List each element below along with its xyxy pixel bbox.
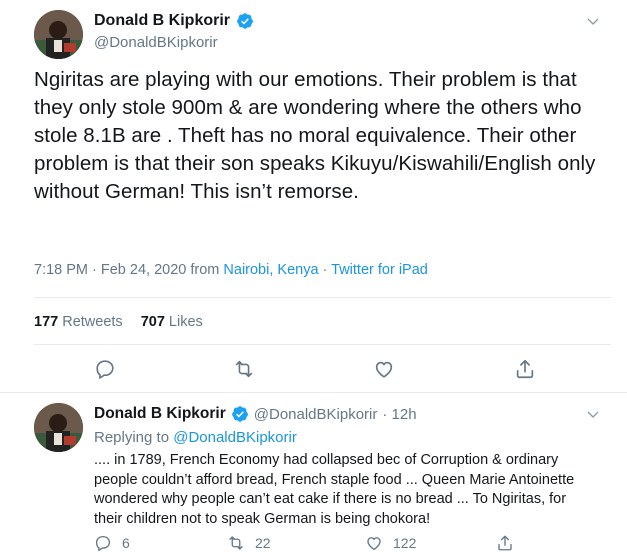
reply-actions: 6 22 122 [94,534,614,556]
retweets-stat[interactable]: 177 Retweets [34,314,123,330]
reply-text: .... in 1789, French Economy had collaps… [94,452,575,527]
chevron-down-icon[interactable] [585,407,601,423]
handle[interactable]: @DonaldBKipkorir [94,34,218,51]
share-icon[interactable] [514,358,536,380]
reply-author-row: Donald B Kipkorir @DonaldBKipkorir · 12h [94,405,417,423]
retweets-label: Retweets [62,314,123,330]
retweet-count: 22 [255,535,271,551]
retweet-action[interactable]: 22 [227,534,271,552]
relative-time[interactable]: · 12h [382,406,416,423]
avatar[interactable] [34,10,83,59]
replying-prefix: Replying to [94,429,174,446]
like-count: 122 [393,535,417,551]
replying-to-link[interactable]: @DonaldBKipkorir [173,429,297,446]
replying-to: Replying to @DonaldBKipkorir [94,429,297,446]
handle[interactable]: @DonaldBKipkorir [254,406,378,423]
reply-count: 6 [122,535,130,551]
like-icon [367,537,381,551]
tweet-meta: 7:18 PM · Feb 24, 2020 from Nairobi, Ken… [34,262,428,278]
timestamp[interactable]: 7:18 PM · Feb 24, 2020 from [34,262,223,278]
author-row: Donald B Kipkorir [94,12,254,30]
like-action[interactable]: 122 [365,534,416,552]
reply-action[interactable]: 6 [94,534,130,552]
like-icon[interactable] [373,358,395,380]
tweet-text: Ngiritas are playing with our emotions. … [34,68,596,203]
likes-count: 707 [140,314,165,330]
retweets-count: 177 [34,314,59,330]
divider [34,297,611,298]
main-tweet: Donald B Kipkorir @DonaldBKipkorir Ngiri… [0,0,627,392]
display-name[interactable]: Donald B Kipkorir [94,12,230,30]
retweet-icon[interactable] [233,358,255,380]
tweet-actions [0,358,627,384]
meta-separator: · [318,262,332,278]
reply-icon[interactable] [94,358,116,380]
verified-badge-icon [231,406,248,422]
source-link[interactable]: Twitter for iPad [331,262,428,278]
chevron-down-icon[interactable] [585,14,601,30]
likes-stat[interactable]: 707 Likes [141,314,203,330]
verified-badge-icon [237,13,253,29]
display-name[interactable]: Donald B Kipkorir [94,405,226,423]
reply-icon [95,535,111,552]
share-action[interactable] [496,534,514,552]
engagement-stats: 177 Retweets 707 Likes [34,314,203,330]
likes-label: Likes [168,314,203,330]
reply-tweet[interactable]: Donald B Kipkorir @DonaldBKipkorir · 12h… [0,393,627,560]
retweet-icon [229,536,243,550]
divider [34,344,611,345]
avatar[interactable] [34,403,83,452]
location-link[interactable]: Nairobi, Kenya [223,262,318,278]
share-icon [498,535,512,551]
